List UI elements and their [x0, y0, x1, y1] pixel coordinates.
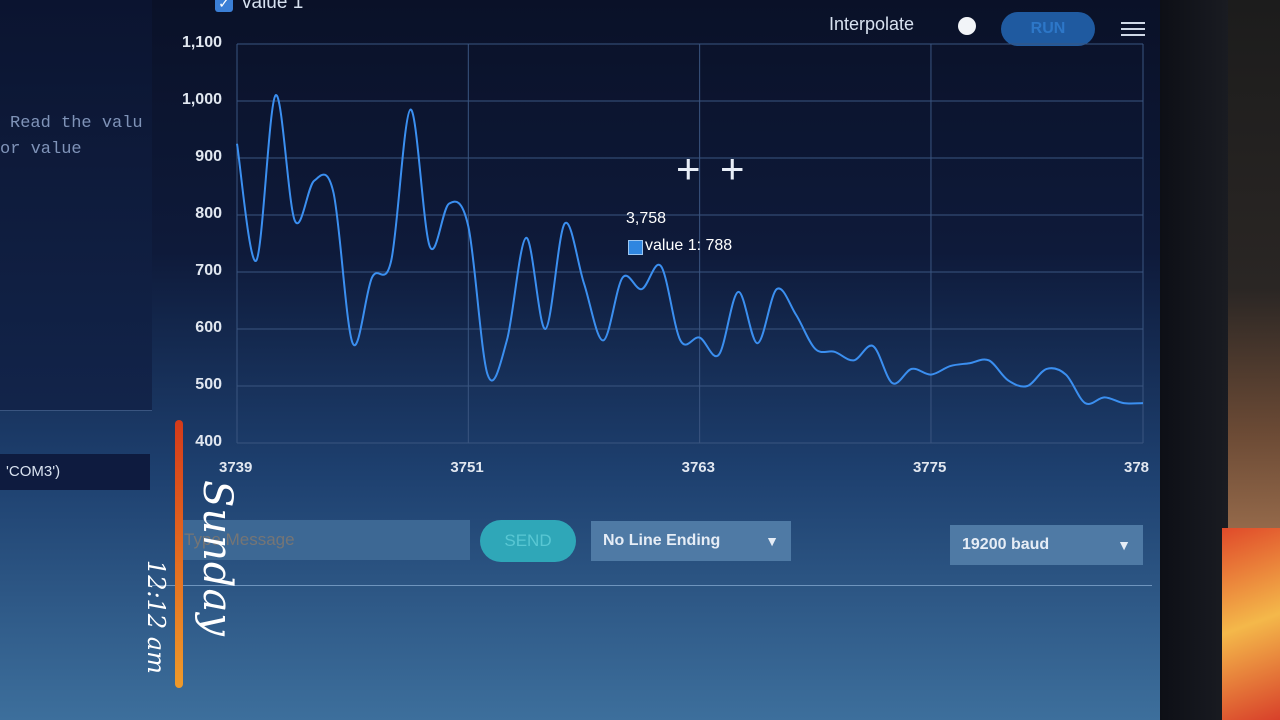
- chevron-down-icon: ▼: [765, 533, 779, 549]
- send-button[interactable]: SEND: [480, 520, 576, 562]
- tooltip-series-swatch: [628, 240, 643, 255]
- y-tick-label: 500: [195, 376, 222, 393]
- x-tick-label: 3763: [681, 459, 715, 476]
- tooltip-series-value: value 1: 788: [645, 237, 733, 254]
- timestamp-accent-bar: [175, 420, 183, 688]
- baud-rate-value: 19200 baud: [962, 536, 1050, 553]
- y-tick-label: 800: [195, 205, 222, 222]
- tooltip-x-value: 3,758: [626, 210, 667, 227]
- baud-rate-select[interactable]: 19200 baud ▼: [950, 525, 1143, 565]
- x-tick-label: 3751: [450, 459, 484, 476]
- y-tick-label: 1,000: [181, 91, 222, 108]
- chevron-down-icon: ▼: [1117, 537, 1131, 553]
- line-chart: [236, 43, 1144, 444]
- x-tick-label: 3775: [912, 459, 947, 476]
- crosshair-icon: +: [676, 145, 701, 192]
- divider: [152, 585, 1152, 586]
- y-tick-label: 900: [195, 148, 222, 165]
- line-ending-value: No Line Ending: [603, 532, 721, 549]
- x-tick-label: 378: [1124, 459, 1150, 476]
- line-ending-select[interactable]: No Line Ending ▼: [591, 521, 791, 561]
- y-tick-label: 1,100: [181, 34, 222, 51]
- y-tick-label: 700: [195, 262, 222, 279]
- timestamp-time: 12:12 am: [142, 560, 170, 674]
- x-tick-label: 3739: [219, 459, 253, 476]
- snack-wrapper: [1222, 528, 1280, 720]
- y-tick-label: 400: [195, 433, 222, 450]
- y-tick-label: 600: [195, 319, 222, 336]
- monitor-bezel: [1160, 0, 1230, 720]
- timestamp-day: Sunday: [194, 480, 240, 637]
- crosshair-icon: +: [720, 145, 745, 192]
